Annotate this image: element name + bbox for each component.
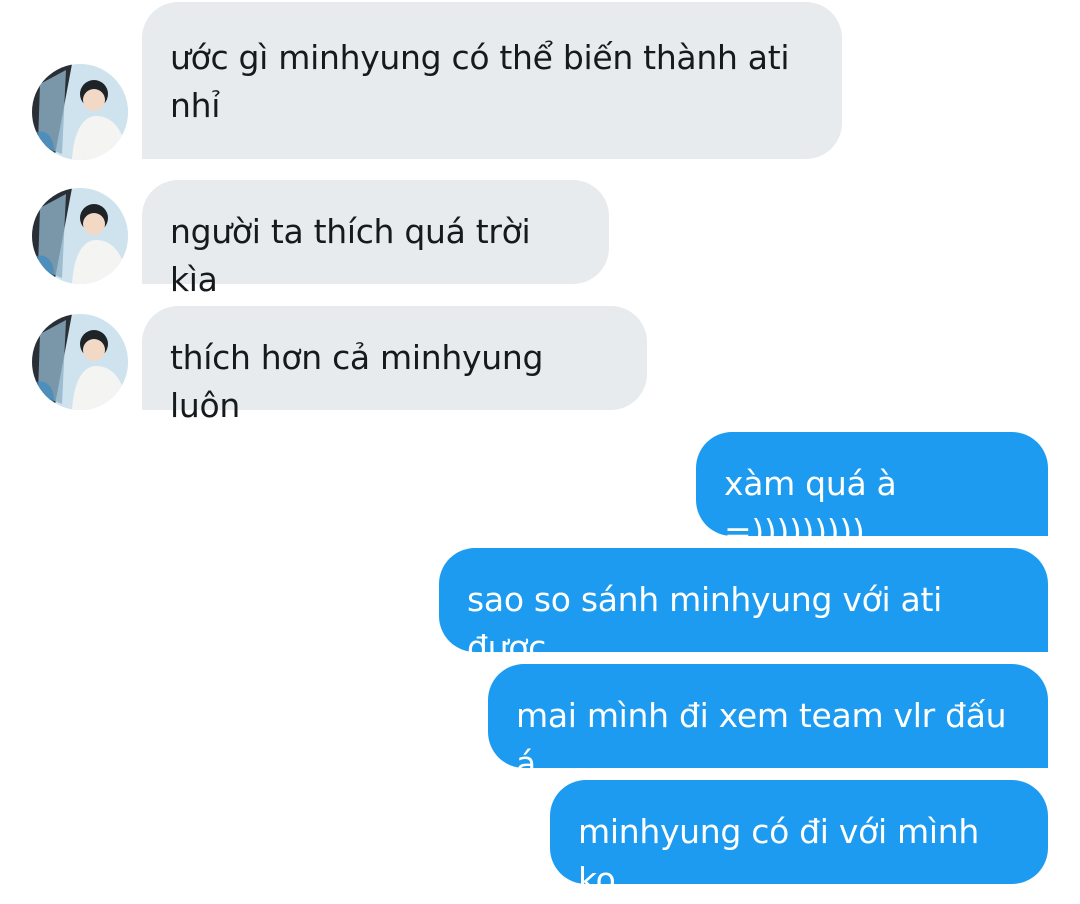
message-text: thích hơn cả minhyung luôn bbox=[170, 338, 544, 425]
avatar[interactable] bbox=[32, 188, 128, 284]
outgoing-message-bubble[interactable]: mai mình đi xem team vlr đấu á bbox=[488, 664, 1048, 783]
outgoing-message-bubble[interactable]: minhyung có đi với mình ko bbox=[550, 780, 1048, 899]
incoming-message-bubble[interactable]: ước gì minhyung có thể biến thành ati nh… bbox=[142, 2, 842, 159]
avatar[interactable] bbox=[32, 314, 128, 410]
avatar-photo-icon bbox=[32, 314, 128, 410]
avatar-photo-icon bbox=[32, 64, 128, 160]
outgoing-message-bubble[interactable]: sao so sánh minhyung với ati được bbox=[439, 548, 1048, 667]
avatar[interactable] bbox=[32, 64, 128, 160]
message-text: mai mình đi xem team vlr đấu á bbox=[516, 696, 1007, 783]
message-text: ước gì minhyung có thể biến thành ati nh… bbox=[170, 38, 790, 125]
incoming-message-bubble[interactable]: người ta thích quá trời kìa bbox=[142, 180, 609, 299]
avatar-photo-icon bbox=[32, 188, 128, 284]
message-text: minhyung có đi với mình ko bbox=[578, 812, 979, 899]
message-text: xàm quá à =))))))))) bbox=[724, 464, 897, 551]
outgoing-message-bubble[interactable]: xàm quá à =))))))))) bbox=[696, 432, 1048, 551]
incoming-message-bubble[interactable]: thích hơn cả minhyung luôn bbox=[142, 306, 647, 425]
message-text: sao so sánh minhyung với ati được bbox=[467, 580, 942, 667]
message-text: người ta thích quá trời kìa bbox=[170, 212, 531, 299]
